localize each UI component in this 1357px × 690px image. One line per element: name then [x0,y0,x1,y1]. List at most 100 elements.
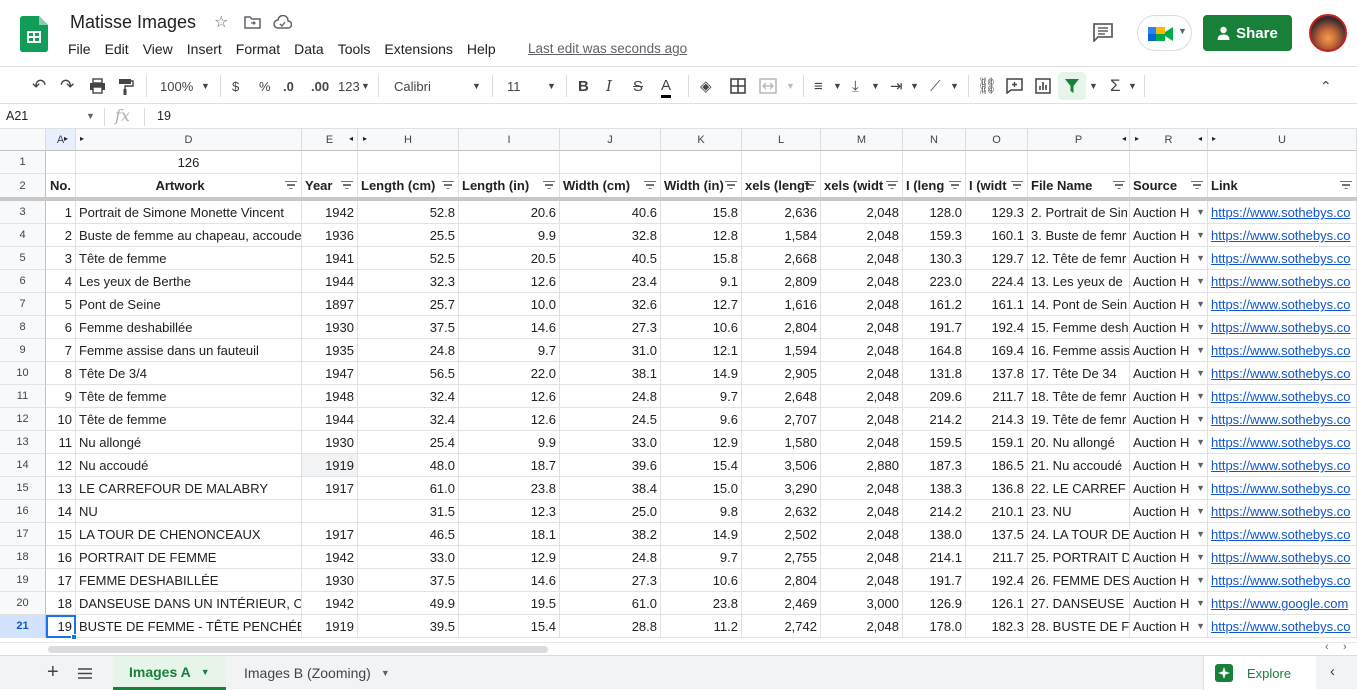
table-cell[interactable]: 1936 [302,224,358,247]
table-cell[interactable]: 126.1 [966,592,1028,615]
cell[interactable] [742,151,821,174]
table-cell[interactable]: 2,048 [821,224,903,247]
table-cell[interactable]: Pont de Seine [76,293,302,316]
table-cell[interactable]: 214.2 [903,500,966,523]
table-cell[interactable]: 9.9 [459,431,560,454]
table-cell[interactable]: 191.7 [903,316,966,339]
table-cell[interactable]: 22.0 [459,362,560,385]
table-cell[interactable]: 12.8 [661,224,742,247]
row-header[interactable]: 19 [0,569,46,592]
table-cell[interactable]: 137.5 [966,523,1028,546]
table-cell[interactable]: 9.7 [661,546,742,569]
table-cell[interactable]: 12. Tête de femr [1028,247,1130,270]
row-header[interactable]: 21 [0,615,46,638]
decrease-decimal-button[interactable]: .0 [283,75,294,97]
table-cell[interactable]: 14.6 [459,316,560,339]
table-cell[interactable]: 14. Pont de Sein [1028,293,1130,316]
table-cell[interactable]: 38.2 [560,523,661,546]
dropdown-arrow-icon[interactable]: ▼ [1196,569,1205,591]
insert-chart-icon[interactable] [1035,78,1051,94]
link-cell[interactable]: https://www.sothebys.co [1208,247,1357,270]
functions-dropdown-icon[interactable]: ▼ [1128,75,1137,97]
column-header-a[interactable]: A [46,129,76,151]
table-cell[interactable]: 25.4 [358,431,459,454]
link-cell[interactable]: https://www.sothebys.co [1208,362,1357,385]
table-cell[interactable]: 10.0 [459,293,560,316]
table-cell[interactable]: 126.9 [903,592,966,615]
table-cell[interactable]: 2,048 [821,477,903,500]
table-cell[interactable]: 32.8 [560,224,661,247]
table-cell[interactable]: 130.3 [903,247,966,270]
table-cell[interactable]: Nu accoudé [76,454,302,477]
column-header-l[interactable]: L [742,129,821,151]
link-cell[interactable]: https://www.sothebys.co [1208,339,1357,362]
align-icon[interactable]: ≡ [814,75,823,97]
table-cell[interactable]: 3. Buste de femr [1028,224,1130,247]
table-cell[interactable]: Femme deshabillée [76,316,302,339]
cloud-status-icon[interactable] [273,15,292,29]
table-cell[interactable]: 28. BUSTE DE F [1028,615,1130,638]
table-cell[interactable]: 2,048 [821,316,903,339]
dropdown-arrow-icon[interactable]: ▼ [1196,293,1205,315]
table-cell[interactable]: PORTRAIT DE FEMME [76,546,302,569]
table-cell[interactable]: 11.2 [661,615,742,638]
table-cell[interactable]: 2,469 [742,592,821,615]
dropdown-arrow-icon[interactable]: ▼ [1196,316,1205,338]
table-cell[interactable]: 159.1 [966,431,1028,454]
dropdown-arrow-icon[interactable]: ▼ [1196,201,1205,223]
table-cell[interactable]: 2,707 [742,408,821,431]
sheet-tab-images-a[interactable]: Images A ▼ [113,656,226,690]
link-cell[interactable]: https://www.google.com [1208,592,1357,615]
table-cell[interactable]: 18.7 [459,454,560,477]
strikethrough-button[interactable]: S [633,75,643,97]
column-header-u[interactable]: U [1208,129,1357,151]
filter-toggle-icon[interactable] [1191,181,1203,189]
dropdown-arrow-icon[interactable]: ▼ [1196,546,1205,568]
dropdown-arrow-icon[interactable]: ▼ [1196,362,1205,384]
table-cell[interactable]: BUSTE DE FEMME - TÊTE PENCHÉE À [76,615,302,638]
table-cell[interactable]: 2,048 [821,569,903,592]
cell[interactable] [46,151,76,174]
table-cell[interactable]: 1919 [302,454,358,477]
menu-edit[interactable]: Edit [105,40,129,58]
cell[interactable] [1130,151,1208,174]
table-cell[interactable]: 2,048 [821,247,903,270]
table-cell[interactable]: 1,584 [742,224,821,247]
table-cell[interactable]: NU [76,500,302,523]
table-cell[interactable]: 27.3 [560,569,661,592]
table-cell[interactable]: 15.8 [661,247,742,270]
table-cell[interactable]: 13. Les yeux de [1028,270,1130,293]
menu-extensions[interactable]: Extensions [384,40,452,58]
table-cell[interactable]: 2,048 [821,362,903,385]
table-cell[interactable]: Tête de femme [76,408,302,431]
table-cell[interactable]: 25.5 [358,224,459,247]
table-cell[interactable]: 46.5 [358,523,459,546]
explore-button[interactable]: Explore [1203,656,1316,690]
table-cell[interactable]: 33.0 [560,431,661,454]
table-cell[interactable]: 1930 [302,569,358,592]
dropdown-arrow-icon[interactable]: ▼ [1196,224,1205,246]
column-header-h[interactable]: H [358,129,459,151]
table-cell[interactable]: 19. Tête de femr [1028,408,1130,431]
table-cell[interactable]: 161.2 [903,293,966,316]
cell[interactable] [661,151,742,174]
table-cell[interactable]: Tête de femme [76,247,302,270]
table-cell[interactable]: 2,755 [742,546,821,569]
link-cell[interactable]: https://www.sothebys.co [1208,500,1357,523]
table-cell[interactable]: 9.8 [661,500,742,523]
menu-help[interactable]: Help [467,40,496,58]
table-cell[interactable]: 32.6 [560,293,661,316]
table-cell[interactable]: 12.6 [459,385,560,408]
filter-toggle-icon[interactable] [543,181,555,189]
column-title-cell[interactable]: Source [1130,174,1208,198]
functions-icon[interactable]: Σ [1110,75,1121,97]
dropdown-arrow-icon[interactable]: ▼ [1196,454,1205,476]
table-cell[interactable]: 2,502 [742,523,821,546]
table-cell[interactable]: 3,506 [742,454,821,477]
select-all-corner[interactable] [0,129,46,151]
cell[interactable] [560,151,661,174]
move-folder-icon[interactable] [244,15,261,29]
table-cell[interactable]: 38.4 [560,477,661,500]
table-cell[interactable]: 13 [46,477,76,500]
last-edit-link[interactable]: Last edit was seconds ago [528,41,687,56]
